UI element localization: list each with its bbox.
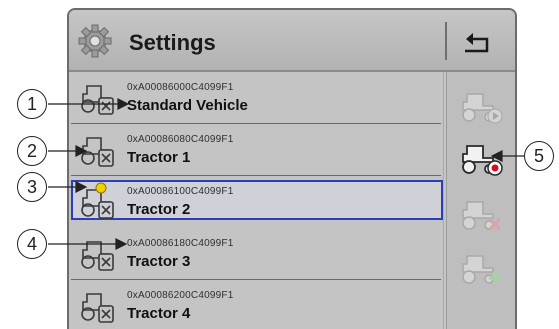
vehicle-name: Tractor 3 xyxy=(127,253,191,270)
settings-window: Settings 0xA00086000C4099F1 Standard Veh… xyxy=(67,8,517,329)
vehicle-name: Standard Vehicle xyxy=(127,97,248,114)
record-vehicle-button[interactable] xyxy=(453,136,509,182)
vehicle-name: Tractor 2 xyxy=(127,201,191,218)
vehicle-id: 0xA00086000C4099F1 xyxy=(127,82,234,93)
callout-1: 1 xyxy=(17,89,47,119)
tractor-play-icon xyxy=(462,93,503,124)
tractor-add-icon xyxy=(462,255,501,284)
tractor-record-icon xyxy=(462,145,503,176)
tractor-implement-icon xyxy=(81,85,114,115)
vehicle-row-tractor-3[interactable]: 0xA00086180C4099F1 Tractor 3 xyxy=(69,228,443,280)
vehicle-id: 0xA00086100C4099F1 xyxy=(127,186,234,197)
vehicle-name: Tractor 4 xyxy=(127,305,191,322)
back-button[interactable] xyxy=(461,30,493,54)
tractor-implement-icon xyxy=(81,293,114,323)
callout-4: 4 xyxy=(17,229,47,259)
tractor-implement-icon xyxy=(81,137,114,167)
page-title: Settings xyxy=(129,30,216,55)
vehicle-row-standard[interactable]: 0xA00086000C4099F1 Standard Vehicle xyxy=(69,72,443,124)
callout-3: 3 xyxy=(17,172,47,202)
vehicle-row-tractor-4[interactable]: 0xA00086200C4099F1 Tractor 4 xyxy=(69,280,443,329)
side-toolbar xyxy=(447,72,515,329)
callout-2: 2 xyxy=(17,136,47,166)
vehicle-row-tractor-1[interactable]: 0xA00086080C4099F1 Tractor 1 xyxy=(69,124,443,176)
vehicle-row-tractor-2[interactable]: 0xA00086100C4099F1 Tractor 2 xyxy=(69,176,443,228)
vehicle-name: Tractor 1 xyxy=(127,149,191,166)
header-divider xyxy=(445,22,447,60)
add-vehicle-button[interactable] xyxy=(453,244,509,290)
vehicle-id: 0xA00086200C4099F1 xyxy=(127,290,234,301)
vehicle-id: 0xA00086180C4099F1 xyxy=(127,238,234,249)
delete-vehicle-button[interactable] xyxy=(453,190,509,236)
tractor-active-icon xyxy=(81,182,114,219)
tractor-delete-icon xyxy=(462,201,502,231)
callout-5: 5 xyxy=(524,141,554,171)
header-bar: Settings xyxy=(69,10,515,72)
load-vehicle-button[interactable] xyxy=(453,82,509,128)
gear-icon xyxy=(78,24,112,58)
vehicle-list: 0xA00086000C4099F1 Standard Vehicle 0xA0… xyxy=(69,72,443,329)
vehicle-id: 0xA00086080C4099F1 xyxy=(127,134,234,145)
tractor-implement-icon xyxy=(81,241,114,271)
